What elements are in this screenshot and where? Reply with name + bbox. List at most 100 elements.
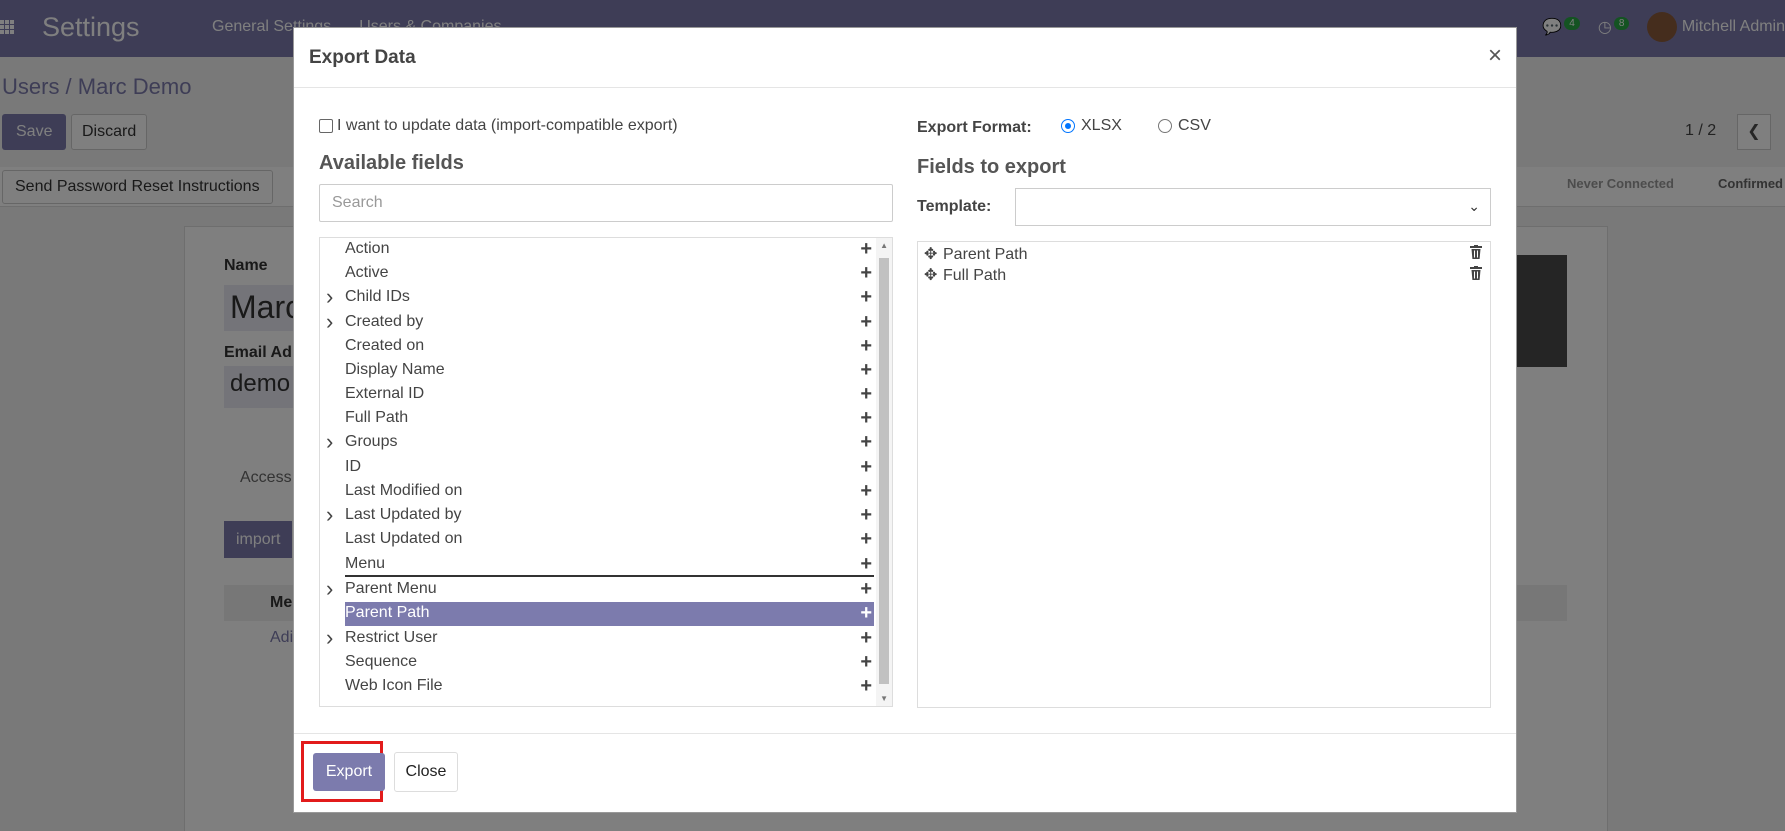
import-compat-option[interactable]: I want to update data (import-compatible… <box>319 117 678 135</box>
import-compat-label: I want to update data (import-compatible… <box>337 117 678 134</box>
add-field-icon[interactable]: + <box>860 553 872 575</box>
close-button[interactable]: Close <box>394 752 458 792</box>
list-item[interactable]: Sequence + <box>345 651 874 675</box>
list-item[interactable]: Full Path + <box>345 407 874 431</box>
add-field-icon[interactable]: + <box>860 262 872 284</box>
chevron-right-icon[interactable]: › <box>326 286 333 308</box>
list-item[interactable]: Created on + <box>345 335 874 359</box>
available-fields-list: ▲ ▼ Action + Active + Child IDs + › Created by +… <box>319 237 893 707</box>
format-csv-radio[interactable] <box>1158 119 1172 133</box>
add-field-icon[interactable]: + <box>860 238 872 260</box>
list-item[interactable]: Parent Menu + <box>345 578 874 602</box>
add-field-icon[interactable]: + <box>860 627 872 649</box>
field-label: Sequence <box>345 653 418 670</box>
import-compat-checkbox[interactable] <box>319 119 333 133</box>
field-label: Display Name <box>345 361 445 378</box>
add-field-icon[interactable]: + <box>860 504 872 526</box>
trash-icon[interactable] <box>1470 245 1482 259</box>
field-label: Last Updated by <box>345 506 462 523</box>
field-label: Last Updated on <box>345 530 463 547</box>
format-xlsx-radio[interactable] <box>1061 119 1075 133</box>
export-field-label: Full Path <box>943 267 1007 284</box>
list-item[interactable]: Created by + <box>345 311 874 335</box>
format-csv-option[interactable]: CSV <box>1158 117 1211 135</box>
close-icon[interactable]: × <box>1488 42 1502 70</box>
scrollbar-thumb[interactable] <box>879 258 889 684</box>
list-item[interactable]: Action + <box>345 238 874 262</box>
list-item[interactable]: Parent Path + <box>345 602 874 626</box>
drag-handle-icon[interactable]: ✥ <box>924 265 937 285</box>
fields-to-export-list: ✥ Parent Path ✥ Full Path <box>917 241 1491 708</box>
list-item[interactable]: Active + <box>345 262 874 286</box>
chevron-down-icon: ⌄ <box>1468 198 1480 214</box>
scrollbar[interactable]: ▲ ▼ <box>876 238 892 706</box>
list-item[interactable]: Child IDs + <box>345 286 874 310</box>
search-input[interactable] <box>319 184 893 222</box>
format-xlsx-label: XLSX <box>1081 117 1122 134</box>
add-field-icon[interactable]: + <box>860 335 872 357</box>
fields-to-export-title: Fields to export <box>917 156 1066 178</box>
add-field-icon[interactable]: + <box>860 456 872 478</box>
chevron-right-icon[interactable]: › <box>326 431 333 453</box>
export-button[interactable]: Export <box>313 753 385 791</box>
dialog-title: Export Data <box>309 47 416 68</box>
add-field-icon[interactable]: + <box>860 675 872 697</box>
format-csv-label: CSV <box>1178 117 1211 134</box>
field-label: Parent Menu <box>345 580 437 597</box>
chevron-right-icon[interactable]: › <box>326 578 333 600</box>
list-item[interactable]: Last Modified on + <box>345 480 874 504</box>
list-item[interactable]: Restrict User + <box>345 627 874 651</box>
template-select[interactable]: ⌄ <box>1015 188 1491 226</box>
export-field-row[interactable]: ✥ Full Path <box>924 265 1484 287</box>
field-label: ID <box>345 458 361 475</box>
field-label: Restrict User <box>345 629 438 646</box>
export-field-label: Parent Path <box>943 246 1028 263</box>
add-field-icon[interactable]: + <box>860 359 872 381</box>
field-label: Child IDs <box>345 288 410 305</box>
add-field-icon[interactable]: + <box>860 602 872 624</box>
add-field-icon[interactable]: + <box>860 578 872 600</box>
add-field-icon[interactable]: + <box>860 407 872 429</box>
add-field-icon[interactable]: + <box>860 383 872 405</box>
list-item[interactable]: Last Updated by + <box>345 504 874 528</box>
add-field-icon[interactable]: + <box>860 431 872 453</box>
chevron-right-icon[interactable]: › <box>326 627 333 649</box>
field-label: Full Path <box>345 409 409 426</box>
export-dialog: Export Data × I want to update data (imp… <box>293 27 1517 813</box>
add-field-icon[interactable]: + <box>860 528 872 550</box>
add-field-icon[interactable]: + <box>860 651 872 673</box>
list-item[interactable]: ID + <box>345 456 874 480</box>
template-label: Template: <box>917 198 992 215</box>
list-item[interactable]: Menu + <box>345 553 874 577</box>
field-label: Action <box>345 240 390 257</box>
chevron-right-icon[interactable]: › <box>326 311 333 333</box>
list-item[interactable]: Web Icon File + <box>345 675 874 699</box>
list-item[interactable]: Last Updated on + <box>345 528 874 552</box>
field-label: Active <box>345 264 389 281</box>
field-label: Menu <box>345 555 386 572</box>
dialog-header: Export Data × <box>294 28 1516 88</box>
chevron-right-icon[interactable]: › <box>326 504 333 526</box>
field-label: Parent Path <box>345 604 430 621</box>
field-label: Groups <box>345 433 398 450</box>
dialog-footer: Export Close <box>294 733 1516 814</box>
drag-handle-icon[interactable]: ✥ <box>924 244 937 264</box>
trash-icon[interactable] <box>1470 266 1482 280</box>
list-item[interactable]: Display Name + <box>345 359 874 383</box>
field-label: Web Icon File <box>345 677 443 694</box>
field-label: External ID <box>345 385 425 402</box>
format-xlsx-option[interactable]: XLSX <box>1061 117 1122 135</box>
export-field-row[interactable]: ✥ Parent Path <box>924 244 1484 266</box>
list-item[interactable]: Groups + <box>345 431 874 455</box>
scroll-down-icon[interactable]: ▼ <box>880 694 888 703</box>
export-format-label: Export Format: <box>917 119 1032 136</box>
field-label: Created by <box>345 313 424 330</box>
add-field-icon[interactable]: + <box>860 480 872 502</box>
field-label: Created on <box>345 337 425 354</box>
add-field-icon[interactable]: + <box>860 286 872 308</box>
field-label: Last Modified on <box>345 482 463 499</box>
add-field-icon[interactable]: + <box>860 311 872 333</box>
available-fields-title: Available fields <box>319 152 464 174</box>
scroll-up-icon[interactable]: ▲ <box>880 241 888 250</box>
list-item[interactable]: External ID + <box>345 383 874 407</box>
